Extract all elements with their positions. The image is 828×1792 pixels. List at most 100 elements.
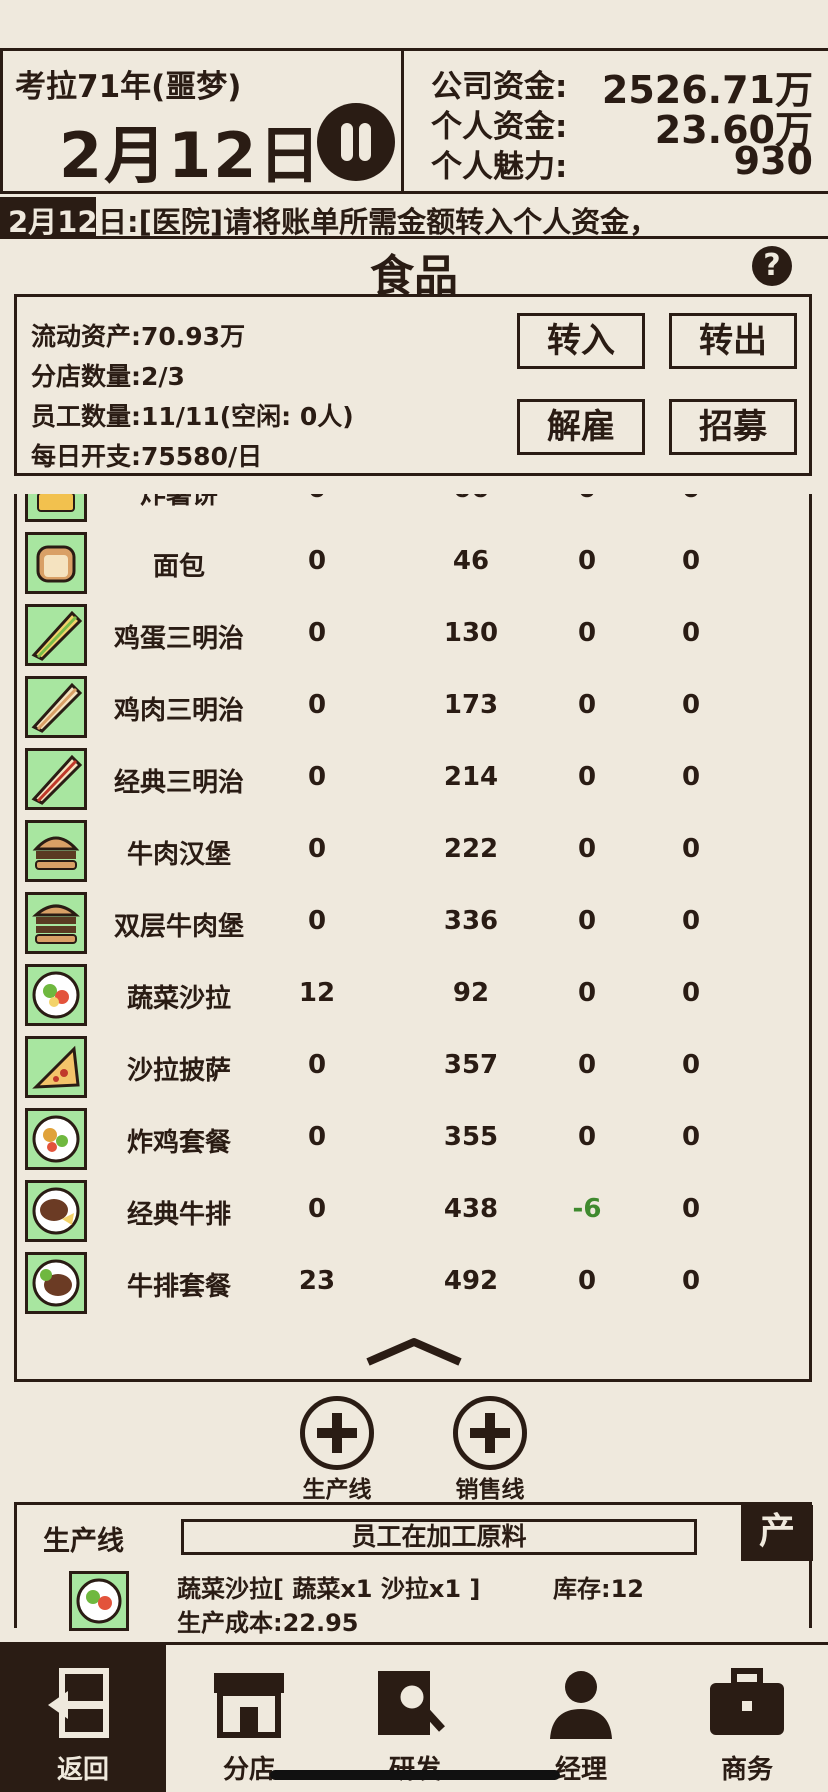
- list-item[interactable]: 蔬菜沙拉 12 92 0 0: [17, 958, 809, 1030]
- date-panel: 考拉71年(噩梦) 2月12日: [0, 51, 404, 192]
- cell-d: 0: [681, 834, 701, 864]
- add-production-line-button[interactable]: [300, 1396, 374, 1470]
- add-sales-line-label: 销售线: [455, 1477, 525, 1503]
- double-burger-icon: [25, 892, 87, 954]
- cell-b: 130: [443, 618, 499, 648]
- product-name: 双层牛肉堡: [113, 912, 244, 942]
- cell-a: 0: [307, 1194, 327, 1224]
- chicken-meal-icon: [25, 1108, 87, 1170]
- liquid-assets: 流动资产:70.93万: [31, 322, 246, 351]
- transfer-out-button[interactable]: 转出: [669, 313, 797, 369]
- product-name: 牛排套餐: [126, 1272, 231, 1302]
- list-item[interactable]: 经典三明治 0 214 0 0: [17, 742, 809, 814]
- pizza-icon: [25, 1036, 87, 1098]
- list-item[interactable]: 双层牛肉堡 0 336 0 0: [17, 886, 809, 958]
- company-funds: 公司资金: 2526.71万: [423, 61, 813, 112]
- cell-c: 0: [577, 1266, 597, 1296]
- cell-b: 66: [431, 494, 511, 504]
- chevron-up-icon[interactable]: [364, 1336, 464, 1366]
- cell-c: 0: [577, 618, 597, 648]
- cell-a: 0: [307, 1050, 327, 1080]
- exit-icon: [48, 1668, 109, 1738]
- add-sales-line-button[interactable]: [453, 1396, 527, 1470]
- nav-research-label: 研发: [332, 1749, 498, 1786]
- cell-a: 0: [307, 906, 327, 936]
- cell-c: -6: [572, 1194, 602, 1224]
- cell-a: 0: [307, 762, 327, 792]
- company-funds-label: 公司资金:: [431, 69, 568, 105]
- charisma: 个人魅力: 930: [423, 139, 813, 185]
- fire-button[interactable]: 解雇: [517, 399, 645, 455]
- cell-a: 0: [287, 494, 347, 504]
- cell-b: 492: [443, 1266, 499, 1296]
- list-item[interactable]: 鸡肉三明治 0 173 0 0: [17, 670, 809, 742]
- nav-back[interactable]: 返回: [0, 1645, 166, 1792]
- product-name: 经典牛排: [126, 1200, 231, 1230]
- cell-d: 0: [681, 762, 701, 792]
- steak-icon: [25, 1180, 87, 1242]
- personal-funds: 个人资金: 23.60万: [423, 101, 813, 152]
- product-name: 蔬菜沙拉: [126, 984, 231, 1014]
- transfer-in-button[interactable]: 转入: [517, 313, 645, 369]
- cell-d: 0: [661, 494, 721, 504]
- current-date: 2月12日: [59, 119, 323, 192]
- list-item[interactable]: 沙拉披萨 0 357 0 0: [17, 1030, 809, 1102]
- cell-d: 0: [681, 978, 701, 1008]
- list-item[interactable]: 牛排套餐 23 492 0 0: [17, 1246, 809, 1318]
- cell-a: 0: [307, 690, 327, 720]
- cell-c: 0: [577, 1122, 597, 1152]
- cell-c: 0: [577, 906, 597, 936]
- cell-b: 92: [452, 978, 490, 1008]
- list-item[interactable]: 面包 0 46 0 0: [17, 526, 809, 598]
- list-item[interactable]: 经典牛排 0 438 -6 0: [17, 1174, 809, 1246]
- home-indicator[interactable]: [270, 1770, 560, 1780]
- cell-c: 0: [577, 690, 597, 720]
- cell-d: 0: [681, 1194, 701, 1224]
- cell-d: 0: [681, 1266, 701, 1296]
- cell-c: 0: [577, 1050, 597, 1080]
- cell-d: 0: [681, 1122, 701, 1152]
- charisma-label: 个人魅力:: [431, 149, 568, 185]
- product-list[interactable]: 炸薯饼 0 66 0 0 面包 0 46 0 0 鸡蛋三明治 0 130 0 0…: [14, 494, 812, 1382]
- news-ticker[interactable]: 2月12 日:[医院]请将账单所需金额转入个人资金，: [0, 197, 828, 239]
- cell-d: 0: [681, 1050, 701, 1080]
- production-cost: 生产成本:22.95: [177, 1609, 359, 1637]
- staff-count: 员工数量:11/11(空闲: 0人): [31, 402, 354, 431]
- cell-c: 0: [557, 494, 617, 504]
- nav-business[interactable]: 商务: [664, 1645, 828, 1792]
- ticker-text: 日:[医院]请将账单所需金额转入个人资金，: [98, 205, 659, 239]
- hire-button[interactable]: 招募: [669, 399, 797, 455]
- production-line-panel[interactable]: 生产线 员工在加工原料 产 蔬菜沙拉[ 蔬菜x1 沙拉x1 ] 库存:12 生产…: [14, 1502, 813, 1637]
- production-stock: 库存:12: [553, 1575, 644, 1603]
- production-line-title: 生产线: [43, 1526, 124, 1557]
- list-item[interactable]: 炸薯饼 0 66 0 0: [17, 494, 809, 526]
- pause-button[interactable]: [317, 103, 395, 181]
- daily-expense: 每日开支:75580/日: [31, 442, 263, 471]
- business-info-panel: 流动资产:70.93万 分店数量:2/3 员工数量:11/11(空闲: 0人) …: [14, 294, 812, 476]
- cell-b: 46: [452, 546, 490, 576]
- cell-a: 0: [307, 546, 327, 576]
- list-item[interactable]: 鸡蛋三明治 0 130 0 0: [17, 598, 809, 670]
- product-name: 炸薯饼: [139, 494, 218, 510]
- cell-a: 23: [298, 1266, 336, 1296]
- cell-b: 336: [443, 906, 499, 936]
- cell-c: 0: [577, 834, 597, 864]
- production-recipe: 蔬菜沙拉[ 蔬菜x1 沙拉x1 ]: [177, 1575, 481, 1603]
- cell-a: 0: [307, 618, 327, 648]
- product-name: 鸡蛋三明治: [113, 624, 244, 654]
- salad-icon: [69, 1571, 129, 1631]
- personal-funds-label: 个人资金:: [431, 109, 568, 145]
- list-item[interactable]: 牛肉汉堡 0 222 0 0: [17, 814, 809, 886]
- nav-manager-label: 经理: [554, 1755, 607, 1785]
- era-label: 考拉71年(噩梦): [15, 69, 242, 105]
- production-tag[interactable]: 产: [741, 1505, 813, 1561]
- cell-d: 0: [681, 906, 701, 936]
- cell-b: 173: [443, 690, 499, 720]
- product-name: 牛肉汉堡: [126, 840, 231, 870]
- help-icon[interactable]: ?: [752, 246, 792, 286]
- research-icon: [378, 1671, 445, 1735]
- list-item[interactable]: 炸鸡套餐 0 355 0 0: [17, 1102, 809, 1174]
- branch-count: 分店数量:2/3: [31, 362, 185, 391]
- nav-business-label: 商务: [720, 1755, 773, 1785]
- sandwich-icon: [25, 604, 87, 666]
